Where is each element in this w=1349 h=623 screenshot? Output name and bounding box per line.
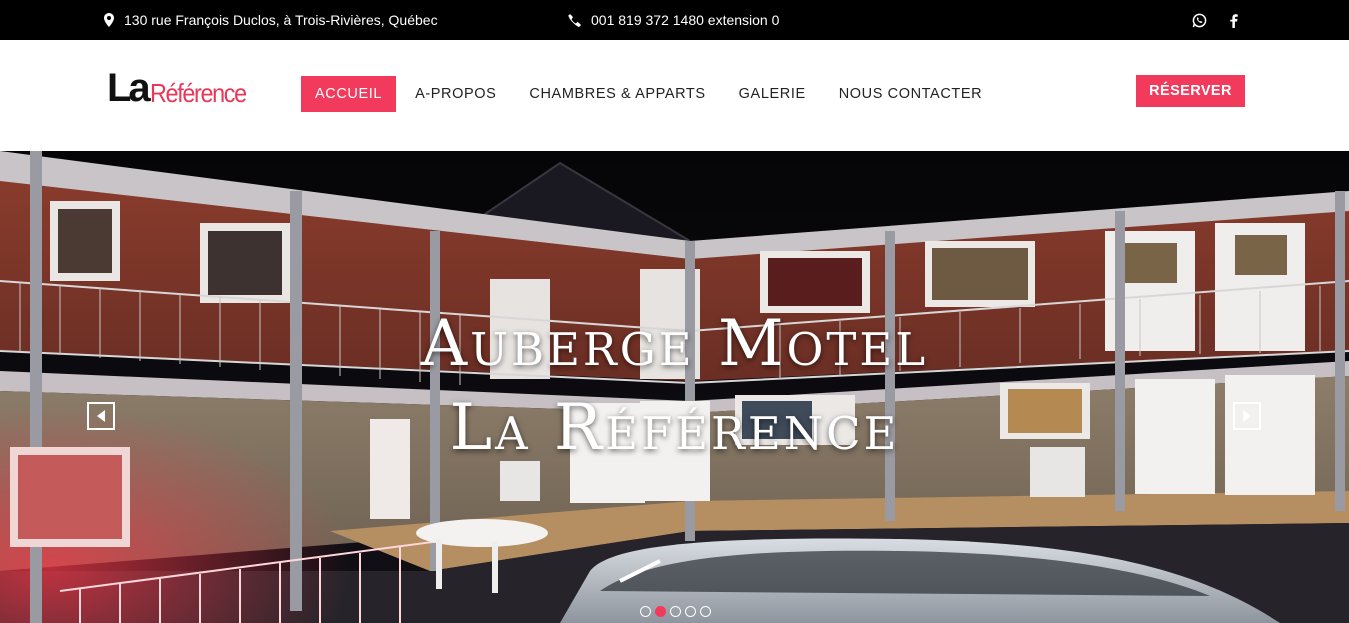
- address-text: 130 rue François Duclos, à Trois-Rivière…: [124, 12, 438, 28]
- logo-la: La: [107, 66, 151, 110]
- phone-icon: [568, 13, 581, 27]
- facebook-icon[interactable]: [1229, 13, 1238, 28]
- whatsapp-icon[interactable]: [1192, 13, 1207, 28]
- hero-title-line2: La Référence: [449, 391, 900, 465]
- arrow-left-icon: [97, 410, 105, 422]
- arrow-right-icon: [1243, 410, 1251, 422]
- nav-nous-contacter[interactable]: NOUS CONTACTER: [825, 76, 996, 112]
- reserve-button[interactable]: RÉSERVER: [1136, 75, 1245, 107]
- slider-dots: [640, 606, 711, 617]
- phone-text: 001 819 372 1480 extension 0: [591, 12, 780, 28]
- phone-block[interactable]: 001 819 372 1480 extension 0: [568, 0, 779, 40]
- slider-dot-active[interactable]: [655, 606, 666, 617]
- slider-dot[interactable]: [670, 606, 681, 617]
- nav-chambres-apparts[interactable]: CHAMBRES & APPARTS: [515, 76, 719, 112]
- nav-galerie[interactable]: GALERIE: [725, 76, 820, 112]
- site-header: La Référence ACCUEIL A-PROPOS CHAMBRES &…: [0, 40, 1349, 151]
- slider-dot[interactable]: [685, 606, 696, 617]
- nav-a-propos[interactable]: A-PROPOS: [401, 76, 510, 112]
- logo-reference: Référence: [149, 78, 247, 108]
- slider-dot[interactable]: [700, 606, 711, 617]
- hero-title-line1: Auberge Motel: [420, 307, 929, 381]
- address-block: 130 rue François Duclos, à Trois-Rivière…: [104, 0, 438, 40]
- top-bar: 130 rue François Duclos, à Trois-Rivière…: [0, 0, 1349, 40]
- slider-dot[interactable]: [640, 606, 651, 617]
- site-logo[interactable]: La Référence: [107, 64, 256, 108]
- main-nav: ACCUEIL A-PROPOS CHAMBRES & APPARTS GALE…: [301, 76, 1001, 112]
- nav-accueil[interactable]: ACCUEIL: [301, 76, 397, 112]
- slider-next-button[interactable]: [1233, 402, 1261, 430]
- social-links: [1192, 0, 1238, 40]
- hero-slider: Auberge Motel La Référence: [0, 151, 1349, 623]
- slider-prev-button[interactable]: [87, 402, 115, 430]
- map-pin-icon: [104, 13, 114, 27]
- hero-title: Auberge Motel La Référence: [0, 311, 1349, 461]
